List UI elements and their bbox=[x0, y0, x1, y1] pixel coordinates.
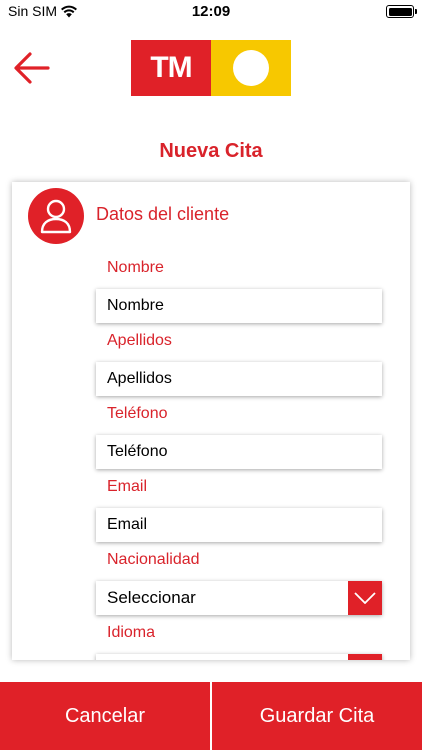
idioma-select[interactable] bbox=[96, 654, 382, 660]
client-avatar bbox=[28, 188, 84, 244]
nacionalidad-dropdown-button[interactable] bbox=[348, 581, 382, 615]
user-icon bbox=[40, 199, 72, 234]
telefono-label: Teléfono bbox=[107, 405, 168, 422]
clock: 12:09 bbox=[191, 3, 231, 20]
bottom-action-bar: Cancelar Guardar Cita bbox=[0, 682, 422, 750]
page-title: Nueva Cita bbox=[159, 140, 263, 162]
nombre-label: Nombre bbox=[107, 259, 164, 276]
logo-text: TM bbox=[131, 40, 211, 96]
client-form-card: Datos del cliente Nombre Apellidos Teléf… bbox=[12, 182, 410, 660]
save-appointment-button[interactable]: Guardar Cita bbox=[212, 682, 422, 750]
chevron-down-icon bbox=[354, 592, 376, 604]
logo-circle bbox=[233, 50, 269, 86]
nacionalidad-value: Seleccionar bbox=[107, 588, 196, 607]
idioma-dropdown-button[interactable] bbox=[348, 654, 382, 660]
logo-yellow-block bbox=[211, 40, 291, 96]
battery-icon bbox=[386, 5, 417, 18]
nacionalidad-label: Nacionalidad bbox=[107, 551, 200, 568]
back-button[interactable] bbox=[12, 50, 52, 86]
idioma-label: Idioma bbox=[107, 624, 156, 641]
apellidos-label: Apellidos bbox=[107, 332, 172, 349]
section-title: Datos del cliente bbox=[96, 204, 230, 224]
apellidos-input[interactable] bbox=[96, 362, 382, 396]
cancel-button[interactable]: Cancelar bbox=[0, 682, 210, 750]
status-bar: Sin SIM 12:09 bbox=[0, 0, 422, 22]
email-input[interactable] bbox=[96, 508, 382, 542]
arrow-left-icon bbox=[14, 52, 50, 84]
nombre-input[interactable] bbox=[96, 289, 382, 323]
brand-logo: TM bbox=[131, 40, 291, 96]
email-label: Email bbox=[107, 478, 148, 495]
nacionalidad-select[interactable]: Seleccionar bbox=[96, 581, 382, 615]
telefono-input[interactable] bbox=[96, 435, 382, 469]
